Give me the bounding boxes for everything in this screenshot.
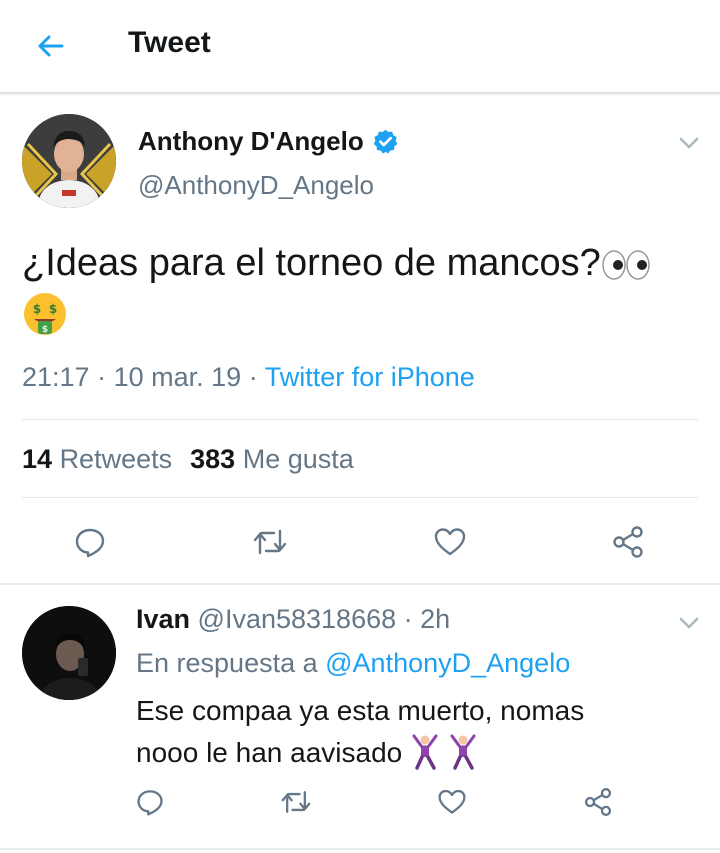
reply-icon [137, 790, 163, 816]
divider [22, 419, 698, 420]
share-button[interactable] [578, 782, 618, 822]
heart-icon [438, 789, 466, 814]
share-icon [613, 526, 643, 558]
tweet-text-content: ¿Ideas para el torneo de mancos? [22, 242, 601, 284]
likes-count: 383 [190, 444, 236, 474]
tweet-meta: 21:17 · 10 mar. 19 · Twitter for iPhone [22, 362, 475, 393]
tweet-time: 21:17 [22, 362, 90, 392]
reply-author-handle[interactable]: @Ivan58318668 [198, 604, 397, 634]
reply-text-line-content: nooo le han aavisado [136, 737, 403, 768]
reply-author-name[interactable]: Ivan [136, 604, 190, 634]
retweets-label: Retweets [59, 444, 173, 474]
top-bar: Tweet [0, 0, 720, 92]
svg-text:$: $ [33, 302, 41, 316]
tweet-text: ¿Ideas para el torneo de mancos? $ $ $ [22, 236, 682, 344]
meta-separator: · [248, 362, 258, 392]
retweet-button[interactable] [248, 520, 292, 564]
svg-text:$: $ [42, 325, 48, 335]
retweet-icon [281, 791, 311, 813]
arrow-left-icon [38, 35, 64, 57]
reply-age: 2h [420, 604, 451, 634]
in-reply-prefix: En respuesta a [136, 648, 318, 678]
heart-icon [434, 528, 466, 556]
retweet-button[interactable] [276, 782, 316, 822]
tweet-stats: 14 Retweets 383 Me gusta [22, 444, 354, 475]
reply-header: Ivan @Ivan58318668 · 2h [136, 604, 450, 635]
money-mouth-emoji: $ $ $ [24, 293, 66, 335]
likes-stat[interactable]: 383 Me gusta [190, 444, 354, 474]
verified-badge-icon [373, 129, 398, 154]
retweets-count: 14 [22, 444, 53, 474]
reply-text-line-2: nooo le han aavisado [136, 732, 696, 774]
section-divider [0, 848, 720, 850]
reply-text-line: Ese compaa ya esta muerto, nomas [136, 695, 585, 726]
eyes-emoji [602, 250, 650, 280]
section-divider [0, 583, 720, 585]
dancing-man-emoji [450, 734, 476, 770]
like-button[interactable] [432, 782, 472, 822]
reply-button[interactable] [68, 520, 112, 564]
header-shadow [0, 92, 720, 96]
share-icon [584, 788, 612, 816]
chevron-down-icon[interactable] [676, 130, 702, 156]
retweet-icon [253, 529, 287, 555]
tweet-source-link[interactable]: Twitter for iPhone [265, 362, 475, 392]
meta-separator: · [97, 362, 107, 392]
author-handle[interactable]: @AnthonyD_Angelo [138, 170, 374, 201]
reply-text: Ese compaa ya esta muerto, nomas nooo le… [136, 690, 696, 774]
author-name-text: Anthony D'Angelo [138, 126, 364, 156]
chevron-down-icon[interactable] [676, 610, 702, 636]
dancing-man-emoji [412, 734, 438, 770]
reply-icon [75, 528, 105, 558]
avatar-image [22, 606, 116, 700]
retweets-stat[interactable]: 14 Retweets [22, 444, 172, 474]
author-avatar[interactable] [22, 114, 116, 208]
page-title: Tweet [128, 26, 211, 59]
back-button[interactable] [28, 24, 72, 68]
reply-author-avatar[interactable] [22, 606, 116, 700]
divider [22, 497, 698, 498]
avatar-image [22, 114, 116, 208]
like-button[interactable] [428, 520, 472, 564]
in-reply-mention-link[interactable]: @AnthonyD_Angelo [325, 648, 570, 678]
meta-separator: · [403, 604, 413, 634]
svg-text:$: $ [49, 302, 57, 316]
reply-button[interactable] [130, 782, 170, 822]
likes-label: Me gusta [242, 444, 354, 474]
in-reply-to: En respuesta a @AnthonyD_Angelo [136, 648, 570, 679]
author-name[interactable]: Anthony D'Angelo [138, 126, 399, 157]
tweet-date: 10 mar. 19 [113, 362, 242, 392]
share-button[interactable] [606, 520, 650, 564]
